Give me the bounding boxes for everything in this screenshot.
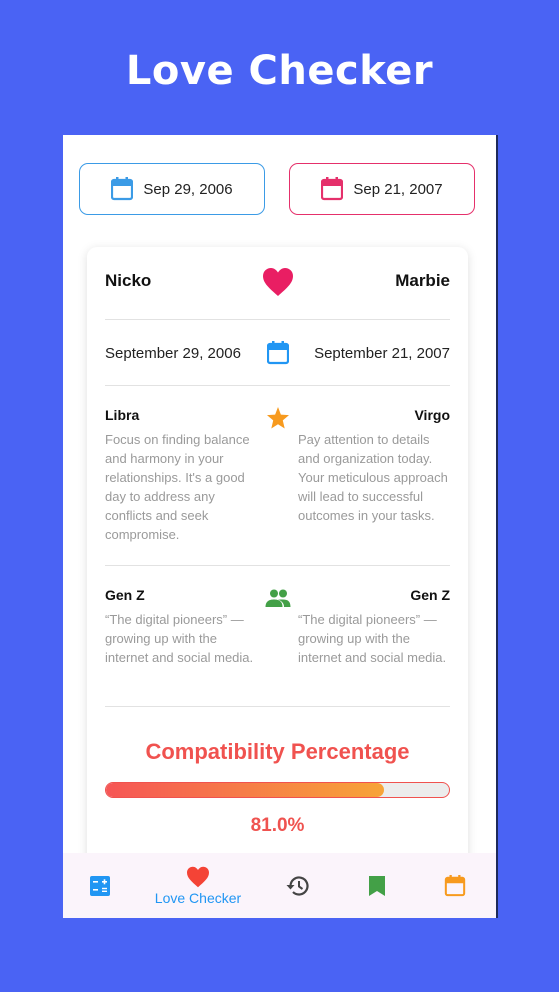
zodiac-left-sign: Libra <box>105 407 140 423</box>
person-left-name: Nicko <box>105 271 152 290</box>
compatibility-progress-bar <box>105 782 450 798</box>
nav-bookmarks[interactable] <box>355 853 399 918</box>
heart-icon <box>186 866 210 888</box>
person-right-date: September 21, 2007 <box>314 344 450 362</box>
compatibility-percentage: 81.0% <box>250 815 305 836</box>
generation-right-name: Gen Z <box>410 587 450 603</box>
zodiac-right-description: Pay attention to details and organizatio… <box>298 432 448 523</box>
zodiac-left: Libra Focus on finding balance and harmo… <box>105 407 257 544</box>
nav-love-checker[interactable]: Love Checker <box>143 853 253 918</box>
calendar-icon <box>321 177 344 201</box>
calendar-icon <box>111 177 134 201</box>
divider <box>105 385 450 386</box>
person-left-date: September 29, 2006 <box>105 344 241 362</box>
generation-right-description: “The digital pioneers” — growing up with… <box>298 612 447 665</box>
calendar-icon <box>266 341 289 365</box>
heart-icon <box>262 267 294 297</box>
nav-calendar[interactable] <box>433 853 477 918</box>
date-picker-left-label: Sep 29, 2006 <box>143 180 233 198</box>
compatibility-title: Compatibility Percentage <box>145 739 410 764</box>
person-right-name: Marbie <box>395 271 450 290</box>
zodiac-right-sign: Virgo <box>414 407 450 423</box>
date-picker-left-button[interactable]: Sep 29, 2006 <box>79 163 265 215</box>
history-icon <box>286 875 310 897</box>
divider <box>105 319 450 320</box>
promo-title: Love Checker <box>125 48 434 94</box>
generation-left-name: Gen Z <box>105 587 145 603</box>
zodiac-left-description: Focus on finding balance and harmony in … <box>105 432 250 542</box>
nav-calculator[interactable] <box>78 853 122 918</box>
nav-love-checker-label: Love Checker <box>154 889 242 906</box>
nav-history[interactable] <box>276 853 320 918</box>
generation-left: Gen Z “The digital pioneers” — growing u… <box>105 587 257 667</box>
compatibility-card: Nicko Marbie September 29, 2006 Septembe… <box>87 247 468 918</box>
divider <box>105 565 450 566</box>
calculator-icon <box>90 875 110 896</box>
generation-left-description: “The digital pioneers” — growing up with… <box>105 612 254 665</box>
compatibility-progress-fill <box>106 783 384 797</box>
date-picker-right-button[interactable]: Sep 21, 2007 <box>289 163 475 215</box>
bookmark-icon <box>369 875 385 896</box>
star-icon <box>266 407 290 429</box>
app-screen: Sep 29, 2006 Sep 21, 2007 Nicko Marbie S… <box>63 135 496 918</box>
people-icon <box>265 589 291 607</box>
zodiac-right: Virgo Pay attention to details and organ… <box>298 407 450 525</box>
divider <box>105 706 450 707</box>
calendar-icon <box>444 874 466 897</box>
bottom-navigation: Love Checker <box>63 853 496 918</box>
date-picker-right-label: Sep 21, 2007 <box>353 180 443 198</box>
generation-right: Gen Z “The digital pioneers” — growing u… <box>298 587 450 667</box>
